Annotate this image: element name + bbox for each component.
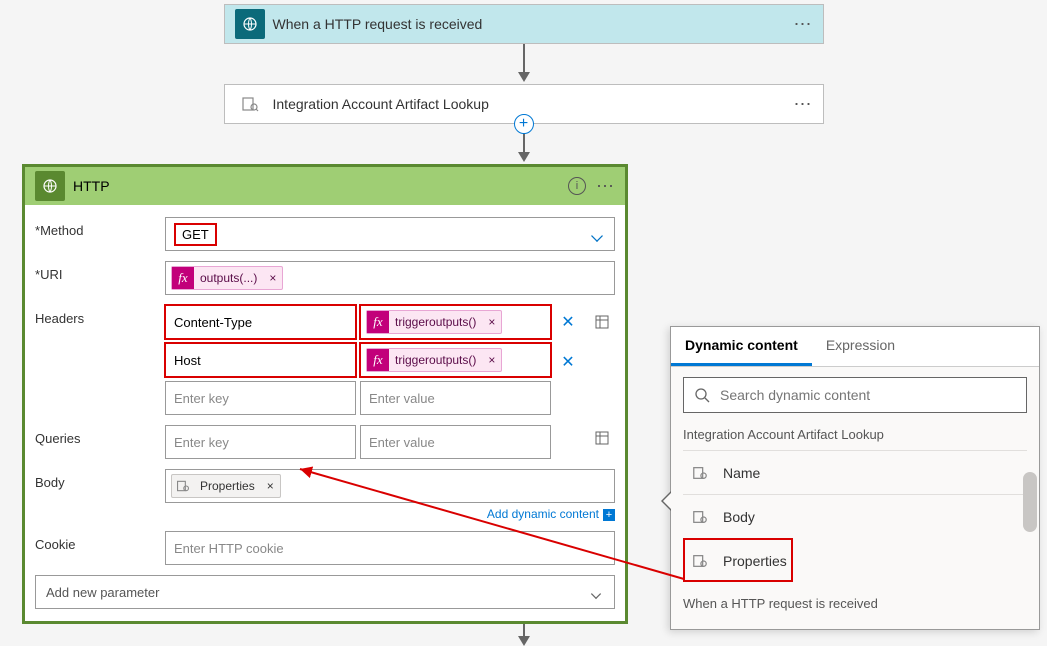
dyn-group-2-title: When a HTTP request is received <box>683 596 1027 611</box>
scrollbar[interactable] <box>1023 472 1037 532</box>
http-trigger-icon <box>235 9 265 39</box>
body-input[interactable]: Properties × <box>165 469 615 503</box>
connector-arrow-2: + <box>224 124 824 164</box>
remove-token-button[interactable]: × <box>482 315 501 329</box>
trigger-title: When a HTTP request is received <box>273 16 794 32</box>
fx-icon: fx <box>367 311 389 333</box>
lookup-menu-button[interactable]: ⋯ <box>794 94 813 115</box>
remove-token-button[interactable]: × <box>482 353 501 367</box>
integration-account-icon <box>235 89 265 119</box>
body-label: Body <box>35 469 165 490</box>
http-card: HTTP i ⋯ *Method GET *URI fx outputs(...… <box>22 164 628 624</box>
cookie-label: Cookie <box>35 531 165 552</box>
query-value-input[interactable]: Enter value <box>360 425 551 459</box>
uri-input[interactable]: fx outputs(...) × <box>165 261 615 295</box>
switch-headers-mode-button[interactable] <box>589 309 615 335</box>
dyn-group-1-title: Integration Account Artifact Lookup <box>683 427 1027 442</box>
method-select[interactable]: GET <box>165 217 615 251</box>
delete-header-0-button[interactable]: ✕ <box>555 309 581 335</box>
switch-queries-mode-button[interactable] <box>589 425 615 451</box>
tab-expression[interactable]: Expression <box>812 327 909 366</box>
http-action-icon <box>35 171 65 201</box>
body-token[interactable]: Properties × <box>171 474 281 498</box>
fx-icon: fx <box>172 267 194 289</box>
trigger-menu-button[interactable]: ⋯ <box>794 14 813 35</box>
header-value-0[interactable]: fx triggeroutputs() × <box>360 305 551 339</box>
integration-account-icon <box>687 460 713 486</box>
dynamic-content-panel: Dynamic content Expression Integration A… <box>670 326 1040 630</box>
header-key-0[interactable]: Content-Type <box>165 305 356 339</box>
uri-label: *URI <box>35 261 165 282</box>
add-step-button[interactable]: + <box>514 114 534 134</box>
method-value: GET <box>174 223 217 246</box>
remove-token-button[interactable]: × <box>261 479 280 493</box>
add-parameter-select[interactable]: Add new parameter <box>35 575 615 609</box>
header-key-new[interactable]: Enter key <box>165 381 356 415</box>
search-icon <box>694 387 710 403</box>
dyn-item-name[interactable]: Name <box>683 450 1027 494</box>
delete-header-1-button[interactable]: ✕ <box>555 349 581 375</box>
dyn-item-body[interactable]: Body <box>683 494 1027 538</box>
search-input[interactable] <box>718 386 1016 404</box>
trigger-card[interactable]: When a HTTP request is received ⋯ <box>224 4 824 44</box>
queries-label: Queries <box>35 425 165 446</box>
header-value-new[interactable]: Enter value <box>360 381 551 415</box>
connector-arrow-1 <box>224 44 824 84</box>
fx-icon: fx <box>367 349 389 371</box>
http-title: HTTP <box>73 178 568 194</box>
method-label: *Method <box>35 217 165 238</box>
integration-account-icon <box>687 504 713 530</box>
dyn-item-properties[interactable]: Properties <box>683 538 793 582</box>
query-key-input[interactable]: Enter key <box>165 425 356 459</box>
integration-account-icon <box>687 548 713 574</box>
integration-account-icon <box>172 475 194 497</box>
http-menu-button[interactable]: ⋯ <box>596 176 615 197</box>
header-0-token[interactable]: fx triggeroutputs() × <box>366 310 502 334</box>
info-icon[interactable]: i <box>568 177 586 195</box>
header-value-1[interactable]: fx triggeroutputs() × <box>360 343 551 377</box>
lookup-title: Integration Account Artifact Lookup <box>273 96 794 112</box>
header-1-token[interactable]: fx triggeroutputs() × <box>366 348 502 372</box>
add-dynamic-content-link[interactable]: Add dynamic content+ <box>165 507 615 521</box>
tab-dynamic-content[interactable]: Dynamic content <box>671 327 812 366</box>
uri-token[interactable]: fx outputs(...) × <box>171 266 283 290</box>
cookie-input[interactable]: Enter HTTP cookie <box>165 531 615 565</box>
remove-token-button[interactable]: × <box>263 271 282 285</box>
headers-label: Headers <box>35 305 165 326</box>
header-key-1[interactable]: Host <box>165 343 356 377</box>
search-dynamic-content[interactable] <box>683 377 1027 413</box>
